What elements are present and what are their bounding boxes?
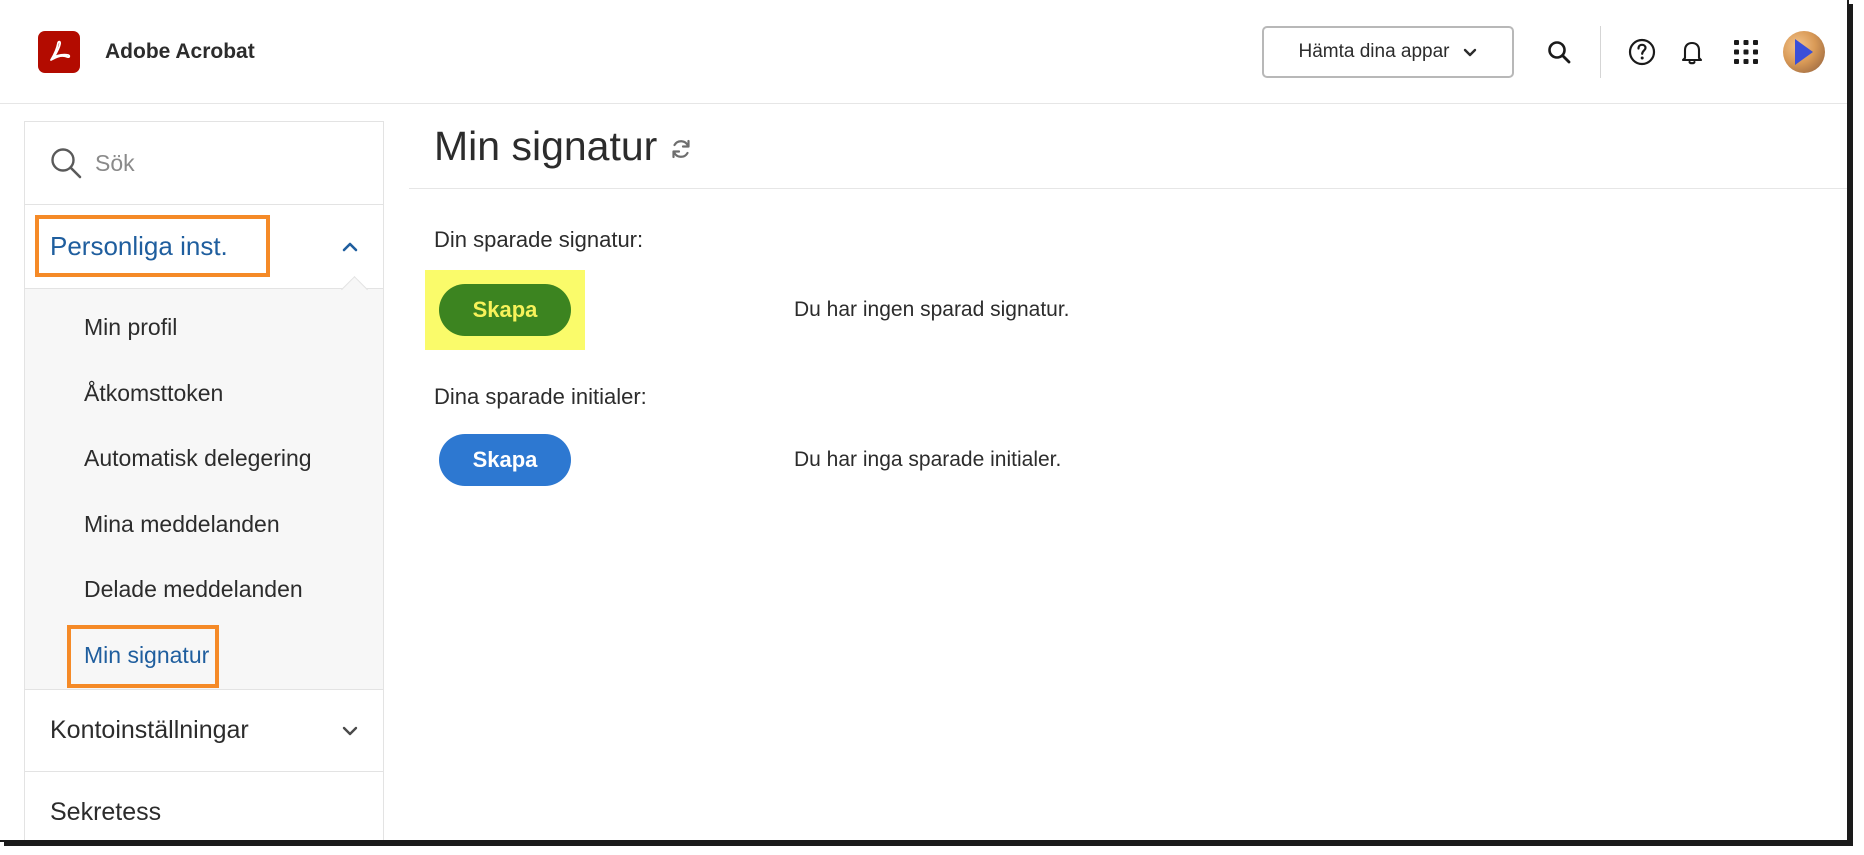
search-icon [51,148,82,179]
header-divider [1600,25,1601,78]
apps-grid-button[interactable] [1723,29,1769,75]
apps-grid-icon [1734,39,1758,64]
page-header: Min signatur [409,104,1847,189]
top-bar: Adobe Acrobat Hämta dina appar [0,0,1847,104]
chevron-up-icon [342,242,358,251]
sidebar-item-label: Min profil [84,314,178,341]
sidebar-section-personal[interactable]: Personliga inst. [25,205,383,289]
app-name: Adobe Acrobat [105,39,255,63]
user-avatar[interactable] [1783,30,1825,73]
sidebar-item-label: Delade meddelanden [84,576,303,603]
signature-label: Din sparade signatur: [434,227,644,252]
sidebar-item-label: Mina meddelanden [84,510,280,537]
signature-row: Skapa Du har ingen sparad signatur. [425,270,1847,350]
sidebar-section-label: Kontoinställningar [50,716,249,744]
sidebar-section-privacy[interactable]: Sekretess [25,771,383,840]
sidebar-subitems: Min profil Åtkomsttoken Automatisk deleg… [25,289,383,688]
get-apps-button[interactable]: Hämta dina appar [1262,25,1514,78]
brand[interactable]: Adobe Acrobat [38,30,255,73]
sidebar-item-label: Automatisk delegering [84,445,312,472]
app-window: Adobe Acrobat Hämta dina appar Sök Perso… [0,0,1849,842]
create-signature-button[interactable]: Skapa [439,284,571,336]
main-content: Min signatur Din sparade signatur: Skapa… [409,104,1847,840]
header-actions: Hämta dina appar [1262,25,1825,78]
chevron-down-icon [342,726,358,735]
sidebar-item-atkomsttoken[interactable]: Åtkomsttoken [25,361,383,427]
acrobat-logo-icon [38,30,80,73]
notifications-button[interactable] [1669,29,1715,75]
create-initials-button[interactable]: Skapa [439,434,571,486]
signature-button-wrap: Skapa [425,270,585,350]
sidebar-item-label: Åtkomsttoken [84,379,224,406]
signature-section: Din sparade signatur: Skapa Du har ingen… [409,227,1847,486]
get-apps-label: Hämta dina appar [1298,40,1450,62]
search-icon [1548,40,1571,63]
sidebar-section-label: Personliga inst. [50,231,228,261]
sidebar-section-label: Sekretess [50,798,162,826]
settings-sidebar: Sök Personliga inst. Min profil Åtkomstt… [24,121,384,840]
initials-label: Dina sparade initialer: [434,384,647,409]
signature-status: Du har ingen sparad signatur. [794,298,1070,321]
sidebar-search[interactable]: Sök [25,122,383,205]
sidebar-item-min-profil[interactable]: Min profil [25,295,383,361]
refresh-icon[interactable] [669,137,693,161]
sidebar-item-delade-meddelanden[interactable]: Delade meddelanden [25,557,383,623]
initials-button-wrap: Skapa [439,434,571,486]
search-button[interactable] [1536,29,1582,75]
sidebar-item-automatisk-delegering[interactable]: Automatisk delegering [25,426,383,492]
search-placeholder: Sök [95,149,135,176]
bell-icon [1681,41,1703,64]
sidebar-section-account[interactable]: Kontoinställningar [25,689,383,771]
page-title: Min signatur [434,122,658,169]
initials-status: Du har inga sparade initialer. [794,448,1062,471]
help-button[interactable] [1619,29,1665,75]
sidebar-item-label: Min signatur [84,641,210,668]
chevron-down-icon [1463,48,1476,56]
sidebar-item-min-signatur[interactable]: Min signatur [25,623,383,689]
initials-row: Skapa Du har inga sparade initialer. [434,434,1847,486]
sidebar-item-mina-meddelanden[interactable]: Mina meddelanden [25,492,383,558]
help-icon [1628,38,1656,65]
